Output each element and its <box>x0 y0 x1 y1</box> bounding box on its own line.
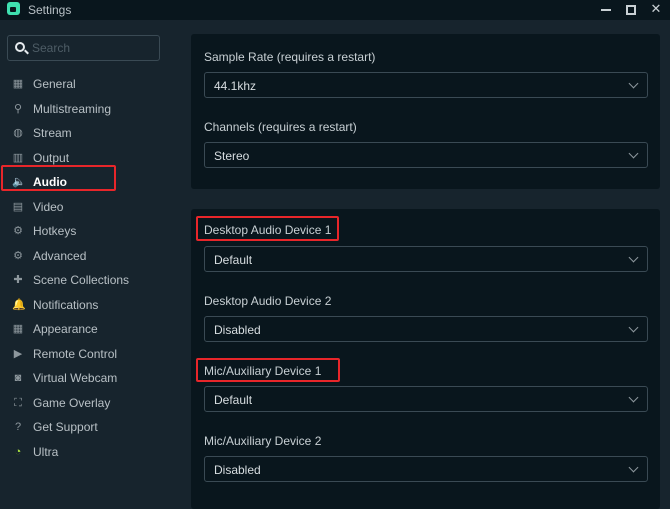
channels-label: Channels (requires a restart) <box>204 120 357 134</box>
puzzle-icon: ✚ <box>13 274 23 287</box>
sidebar-item-game-overlay[interactable]: ⛶ Game Overlay <box>0 391 180 416</box>
bell-icon: 🔔 <box>12 298 26 311</box>
sidebar-item-video[interactable]: ▤ Video <box>0 195 180 220</box>
sidebar-item-hotkeys[interactable]: ⚙ Hotkeys <box>0 219 180 244</box>
sidebar-item-appearance[interactable]: ▦ Appearance <box>0 317 180 342</box>
sidebar-item-label: Get Support <box>33 420 98 435</box>
desktop-audio-1-label: Desktop Audio Device 1 <box>204 223 332 237</box>
sample-rate-value: 44.1khz <box>214 79 257 93</box>
sidebar-item-multistreaming[interactable]: ⚲ Multistreaming <box>0 97 180 122</box>
search-box <box>7 35 160 61</box>
chevron-down-icon <box>628 78 639 89</box>
sidebar-item-label: Remote Control <box>33 346 118 361</box>
audio-devices-card: Desktop Audio Device 1 Default Desktop A… <box>191 209 660 509</box>
sidebar-item-label: Audio <box>33 175 67 190</box>
chevron-down-icon <box>628 252 639 263</box>
sidebar-item-label: General <box>33 77 76 92</box>
minimize-button[interactable] <box>593 0 619 18</box>
palette-icon: ▦ <box>12 323 24 336</box>
close-button[interactable]: ✕ <box>643 0 669 18</box>
sidebar-item-label: Output <box>33 150 70 165</box>
audio-format-card: Sample Rate (requires a restart) 44.1khz… <box>191 34 660 189</box>
film-icon: ▤ <box>12 200 24 213</box>
sidebar-item-remote-control[interactable]: ▶ Remote Control <box>0 342 180 367</box>
mic-aux-2-label: Mic/Auxiliary Device 2 <box>204 434 322 448</box>
sidebar: ▦ General ⚲ Multistreaming ◍ Stream ▥ Output 🔈 Au… <box>0 20 180 501</box>
sidebar-item-label: Stream <box>33 126 72 141</box>
sidebar-item-label: Game Overlay <box>33 395 111 410</box>
channels-value: Stereo <box>214 149 250 163</box>
sidebar-item-general[interactable]: ▦ General <box>0 72 180 97</box>
desktop-audio-2-value: Disabled <box>214 323 261 337</box>
search-icon <box>15 42 25 52</box>
grid-icon: ▦ <box>12 78 24 91</box>
sidebar-item-label: Ultra <box>33 444 59 459</box>
desktop-audio-2-select[interactable]: Disabled <box>204 316 648 342</box>
sidebar-item-label: Virtual Webcam <box>33 371 118 386</box>
sidebar-item-label: Notifications <box>33 297 99 312</box>
mic-aux-1-label: Mic/Auxiliary Device 1 <box>204 364 322 378</box>
mic-aux-1-value: Default <box>214 393 253 407</box>
close-icon: ✕ <box>650 1 662 16</box>
title-bar: Settings ✕ <box>0 0 670 20</box>
sidebar-item-label: Scene Collections <box>33 273 130 288</box>
sidebar-item-get-support[interactable]: ? Get Support <box>0 415 180 440</box>
sidebar-item-virtual-webcam[interactable]: ◙ Virtual Webcam <box>0 366 180 391</box>
settings-content: Sample Rate (requires a restart) 44.1khz… <box>180 20 670 509</box>
play-circle-icon: ▶ <box>13 347 23 360</box>
scrollbar[interactable] <box>660 20 670 501</box>
gear-icon: ⚙ <box>13 225 23 238</box>
camera-icon: ◙ <box>14 372 22 385</box>
desktop-audio-2-label: Desktop Audio Device 2 <box>204 294 332 308</box>
gears-icon: ⚙ <box>13 249 23 262</box>
sidebar-item-label: Hotkeys <box>33 224 77 239</box>
mic-aux-2-value: Disabled <box>214 463 261 477</box>
mic-aux-1-select[interactable]: Default <box>204 386 648 412</box>
maximize-button[interactable] <box>618 0 644 18</box>
ultra-icon: ◔ <box>14 445 22 458</box>
expand-icon: ⛶ <box>14 396 22 409</box>
window-title: Settings <box>28 3 72 17</box>
chevron-down-icon <box>628 322 639 333</box>
maximize-icon <box>626 4 636 15</box>
network-icon: ⚲ <box>13 102 23 115</box>
sidebar-item-advanced[interactable]: ⚙ Advanced <box>0 244 180 269</box>
sidebar-item-scene-collections[interactable]: ✚ Scene Collections <box>0 268 180 293</box>
search-input[interactable] <box>32 39 152 57</box>
chip-icon: ▥ <box>12 151 24 164</box>
sidebar-item-label: Multistreaming <box>33 101 112 116</box>
sidebar-nav: ▦ General ⚲ Multistreaming ◍ Stream ▥ Output 🔈 Au… <box>0 72 180 464</box>
sidebar-item-ultra[interactable]: ◔ Ultra <box>0 440 180 465</box>
question-icon: ? <box>14 421 22 434</box>
sidebar-item-label: Video <box>33 199 64 214</box>
speaker-icon: 🔈 <box>12 176 26 189</box>
desktop-audio-1-select[interactable]: Default <box>204 246 648 272</box>
desktop-audio-1-value: Default <box>214 253 253 267</box>
minimize-icon <box>601 8 611 11</box>
sample-rate-select[interactable]: 44.1khz <box>204 72 648 98</box>
sidebar-item-audio[interactable]: 🔈 Audio <box>0 170 180 195</box>
sidebar-item-stream[interactable]: ◍ Stream <box>0 121 180 146</box>
sidebar-item-output[interactable]: ▥ Output <box>0 146 180 171</box>
globe-icon: ◍ <box>13 127 23 140</box>
sidebar-item-notifications[interactable]: 🔔 Notifications <box>0 293 180 318</box>
app-logo-icon <box>7 2 20 15</box>
channels-select[interactable]: Stereo <box>204 142 648 168</box>
mic-aux-2-select[interactable]: Disabled <box>204 456 648 482</box>
sidebar-item-label: Appearance <box>33 322 98 337</box>
sidebar-item-label: Advanced <box>33 248 87 263</box>
chevron-down-icon <box>628 148 639 159</box>
chevron-down-icon <box>628 462 639 473</box>
sample-rate-label: Sample Rate (requires a restart) <box>204 50 376 64</box>
chevron-down-icon <box>628 392 639 403</box>
